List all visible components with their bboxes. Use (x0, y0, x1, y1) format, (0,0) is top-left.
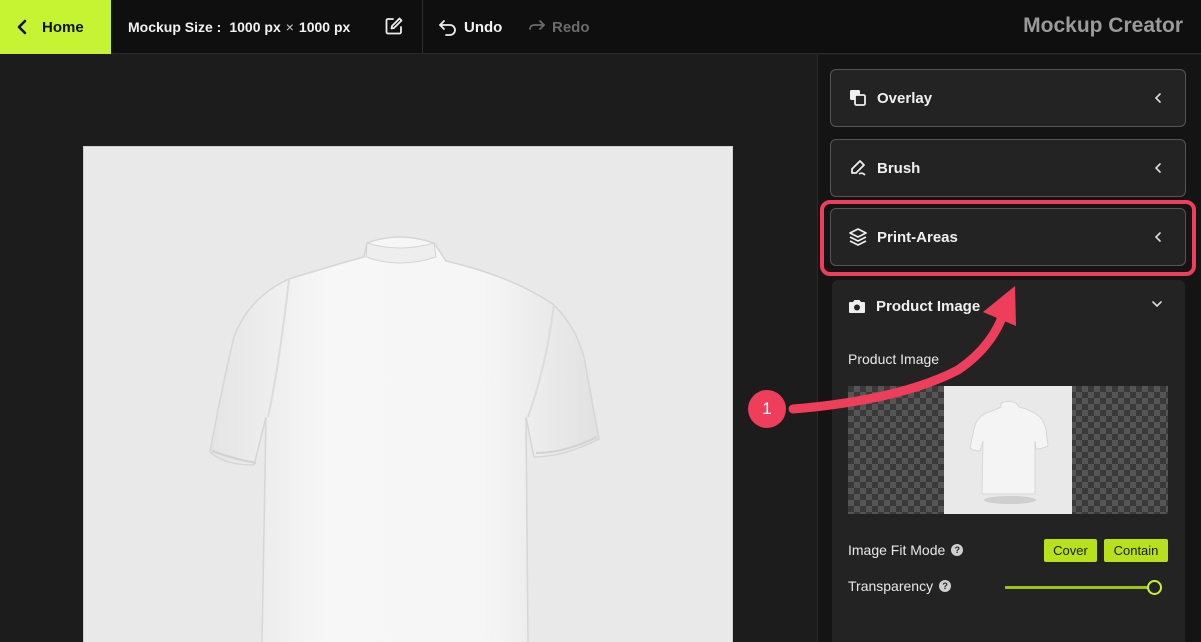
contain-button[interactable]: Contain (1104, 539, 1168, 562)
redo-button[interactable]: Redo (526, 0, 590, 54)
print-areas-section[interactable]: Print-Areas (830, 208, 1186, 266)
question-icon[interactable]: ? (939, 580, 952, 592)
redo-label: Redo (552, 18, 590, 36)
transparency-label: Transparency (848, 578, 934, 594)
mockup-width: 1000 px (229, 19, 281, 35)
transparency-slider-fill (1005, 586, 1155, 589)
brush-icon (851, 160, 866, 176)
camera-icon (849, 300, 865, 313)
chevron-left-icon (17, 19, 27, 35)
undo-button[interactable]: Undo (438, 0, 502, 54)
edit-size-button[interactable] (384, 16, 404, 36)
edit-icon (385, 17, 403, 35)
mockup-size: Mockup Size : 1000 px × 1000 px (128, 0, 350, 54)
mockup-canvas[interactable] (83, 146, 733, 642)
question-icon[interactable]: ? (951, 544, 964, 556)
times-sign: × (285, 19, 294, 35)
product-image-thumbnail[interactable] (944, 386, 1072, 514)
product-image-header[interactable]: Product Image (848, 291, 980, 321)
toolbar-divider (422, 0, 423, 54)
overlay-icon (850, 90, 866, 106)
mockup-size-label: Mockup Size : (128, 19, 222, 35)
transparency-slider-thumb[interactable] (1147, 580, 1162, 595)
undo-label: Undo (464, 18, 503, 36)
transparency-slider[interactable] (1005, 586, 1155, 589)
tshirt-thumbnail-image (969, 401, 1049, 504)
top-bar: Home Mockup Size : 1000 px × 1000 px Und… (0, 0, 1201, 54)
undo-icon (439, 20, 456, 36)
chevron-left-icon (1154, 93, 1161, 103)
redo-icon (529, 20, 545, 30)
mockup-height: 1000 px (298, 19, 351, 35)
app-title: Mockup Creator (1023, 14, 1183, 37)
home-button[interactable]: Home (0, 0, 111, 54)
brush-section[interactable]: Brush (830, 139, 1186, 197)
home-label: Home (42, 18, 84, 36)
chevron-left-icon (1154, 163, 1161, 173)
chevron-down-icon[interactable] (1150, 299, 1164, 309)
step-number-badge: 1 (748, 390, 786, 428)
brush-label: Brush (877, 159, 921, 177)
image-fit-mode-label: Image Fit Mode (848, 542, 946, 558)
cover-button[interactable]: Cover (1044, 539, 1097, 562)
transparency: Transparency ? (848, 578, 952, 594)
layers-icon (849, 228, 867, 246)
chevron-left-icon (1154, 232, 1161, 242)
overlay-section[interactable]: Overlay (830, 69, 1186, 127)
product-image-field-label: Product Image (848, 351, 940, 367)
print-areas-label: Print-Areas (877, 228, 958, 246)
overlay-label: Overlay (877, 89, 933, 107)
image-fit-mode: Image Fit Mode ? (848, 542, 964, 558)
tshirt-image (209, 236, 600, 642)
product-image-header-label: Product Image (876, 297, 981, 315)
